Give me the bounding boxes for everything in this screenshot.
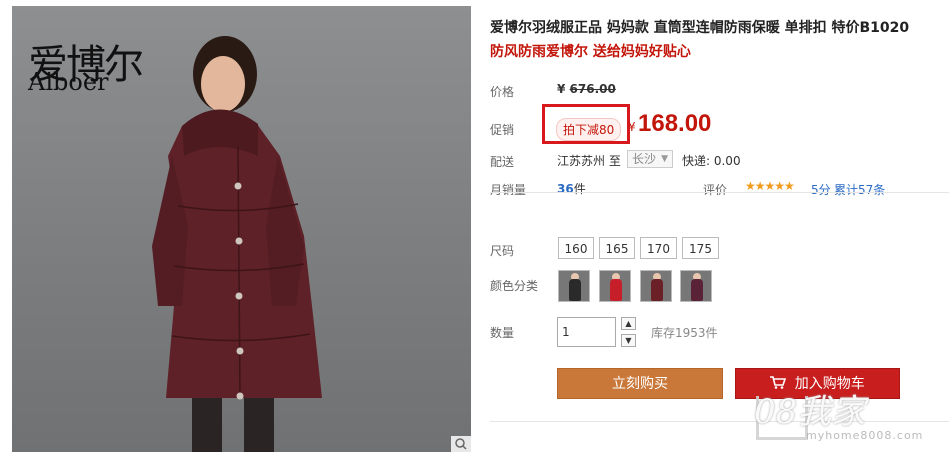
divider: [490, 421, 949, 422]
original-price-value: 676.00: [569, 82, 616, 96]
brand-logo-en: Aiboer: [28, 68, 109, 96]
ship-to-city-select[interactable]: 长沙 ▼: [627, 150, 673, 168]
color-swatch-purple[interactable]: [680, 270, 712, 302]
rating-score[interactable]: 5分: [811, 181, 831, 198]
magnifier-icon[interactable]: [451, 436, 471, 452]
quantity-increase-icon[interactable]: ▲: [621, 317, 636, 330]
size-option-160[interactable]: 160: [558, 237, 594, 259]
price-label: 价格: [490, 85, 515, 99]
reviews-link[interactable]: 累计57条: [834, 181, 885, 198]
rating-stars-icon: ★★★★★: [745, 179, 795, 193]
rating-label: 评价: [703, 183, 728, 197]
original-price: ¥ 676.00: [557, 82, 616, 96]
size-option-170[interactable]: 170: [640, 237, 677, 259]
monthly-sales: 36件: [557, 180, 586, 197]
quantity-label: 数量: [490, 326, 515, 340]
ship-from-city: 江苏苏州: [557, 154, 606, 168]
size-option-165[interactable]: 165: [599, 237, 635, 259]
buy-now-button[interactable]: 立刻购买: [557, 368, 723, 399]
express-fee: 快递: 0.00: [682, 154, 741, 168]
ship-to-city: 长沙: [632, 152, 657, 166]
color-swatch-wine[interactable]: [640, 270, 672, 302]
promo-price: 168.00: [638, 110, 712, 137]
quantity-input[interactable]: 1: [557, 317, 616, 347]
watermark-url: myhome8008.com: [806, 429, 924, 442]
promo-tag: 拍下减80: [556, 118, 622, 141]
monthly-sales-label: 月销量: [490, 183, 527, 197]
watermark-text: 08我家: [754, 392, 866, 432]
color-label: 颜色分类: [490, 279, 539, 293]
color-swatch-red[interactable]: [599, 270, 631, 302]
product-subtitle: 防风防雨爱博尔 送给妈妈好贴心: [490, 44, 691, 60]
price-currency: ¥: [628, 120, 636, 134]
promo-label: 促销: [490, 123, 515, 137]
shipping-label: 配送: [490, 155, 515, 169]
divider: [490, 192, 949, 193]
monthly-sales-unit: 件: [573, 182, 586, 196]
product-title: 爱博尔羽绒服正品 妈妈款 直筒型连帽防雨保暖 单排扣 特价B1020: [490, 20, 910, 36]
ship-to-word: 至: [608, 154, 621, 168]
chevron-down-icon: ▼: [661, 154, 668, 164]
stock-count: 库存1953件: [651, 326, 718, 340]
size-label: 尺码: [490, 244, 515, 258]
color-swatch-black[interactable]: [558, 270, 590, 302]
ship-from: 江苏苏州 至: [557, 152, 621, 169]
monthly-sales-count: 36: [557, 182, 574, 196]
quantity-decrease-icon[interactable]: ▼: [621, 334, 636, 347]
size-option-175[interactable]: 175: [682, 237, 719, 259]
original-price-currency: ¥: [557, 82, 566, 96]
